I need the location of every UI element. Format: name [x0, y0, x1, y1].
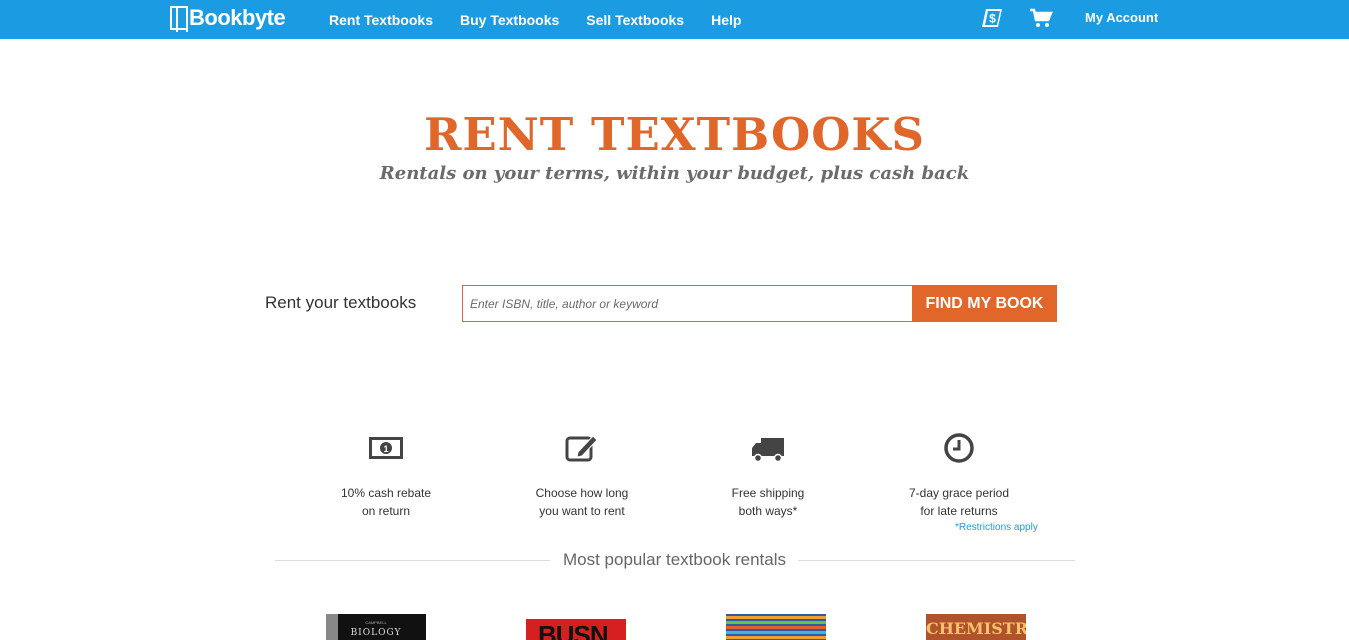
feature-free-shipping: Free shipping both ways* — [688, 432, 848, 520]
book-cover-stripe — [726, 631, 826, 634]
page-subtitle: Rentals on your terms, within your budge… — [379, 163, 970, 184]
book-cover-band — [526, 614, 626, 619]
book-cover-text: BIOLOGY — [350, 628, 402, 638]
nav-buy-textbooks[interactable]: Buy Textbooks — [460, 12, 559, 28]
book-cover-text: BUSN — [538, 620, 609, 640]
book-cover-stripe — [726, 636, 826, 639]
feature-cash-rebate: 1 10% cash rebate on return — [306, 432, 466, 520]
nav-sell-textbooks[interactable]: Sell Textbooks — [586, 12, 684, 28]
my-account-link[interactable]: My Account — [1085, 10, 1158, 25]
book-cover-chemistry[interactable]: CHEMISTRY — [926, 614, 1026, 640]
nav-help[interactable]: Help — [711, 12, 741, 28]
book-cover-stripe — [726, 616, 826, 619]
top-navigation-bar: Bookbyte Rent Textbooks Buy Textbooks Se… — [0, 0, 1349, 39]
book-cover-busn[interactable]: BUSN — [526, 614, 626, 640]
restrictions-link[interactable]: *Restrictions apply — [955, 522, 1038, 533]
book-cover-striped[interactable] — [726, 614, 826, 640]
search-label: Rent your textbooks — [265, 293, 417, 312]
truck-icon — [752, 438, 784, 463]
book-cover-stripe — [726, 626, 826, 629]
find-my-book-button[interactable]: FIND MY BOOK — [912, 285, 1057, 322]
logo-text: Bookbyte — [189, 5, 286, 30]
cash-rebate-icon: 1 — [369, 437, 403, 459]
book-cover-stripe — [726, 621, 826, 624]
feature-grace-period: 7-day grace period for late returns — [879, 432, 1039, 520]
feature-line: both ways* — [738, 504, 798, 518]
book-cover-subtext: CAMPBELL — [365, 620, 387, 625]
main-nav: Rent Textbooks Buy Textbooks Sell Textbo… — [329, 0, 768, 39]
clock-icon — [944, 433, 974, 463]
feature-line: for late returns — [920, 504, 998, 518]
search-input[interactable] — [462, 285, 912, 322]
shopping-cart-icon[interactable] — [1029, 8, 1053, 28]
feature-line: Free shipping — [731, 486, 805, 500]
svg-text:1: 1 — [383, 444, 388, 454]
feature-line: 7-day grace period — [908, 486, 1010, 500]
feature-line: on return — [361, 504, 411, 518]
divider-right — [798, 560, 1075, 561]
svg-text:$: $ — [989, 12, 996, 26]
edit-icon — [565, 435, 598, 462]
book-cover-text: CHEMISTRY — [926, 619, 1026, 638]
popular-rentals-heading: Most popular textbook rentals — [562, 550, 786, 569]
book-cover-biology[interactable]: CAMPBELL BIOLOGY — [326, 614, 426, 640]
bookbyte-logo[interactable]: Bookbyte — [170, 4, 286, 32]
page-title: RENT TEXTBOOKS — [423, 108, 926, 161]
feature-line: you want to rent — [539, 504, 625, 518]
nav-rent-textbooks[interactable]: Rent Textbooks — [329, 12, 433, 28]
bookmark-logo-icon — [170, 6, 188, 32]
feature-line: Choose how long — [535, 486, 629, 500]
dollar-tag-icon[interactable]: $ — [981, 7, 1003, 29]
feature-choose-duration: Choose how long you want to rent — [502, 432, 662, 520]
feature-line: 10% cash rebate — [340, 486, 432, 500]
